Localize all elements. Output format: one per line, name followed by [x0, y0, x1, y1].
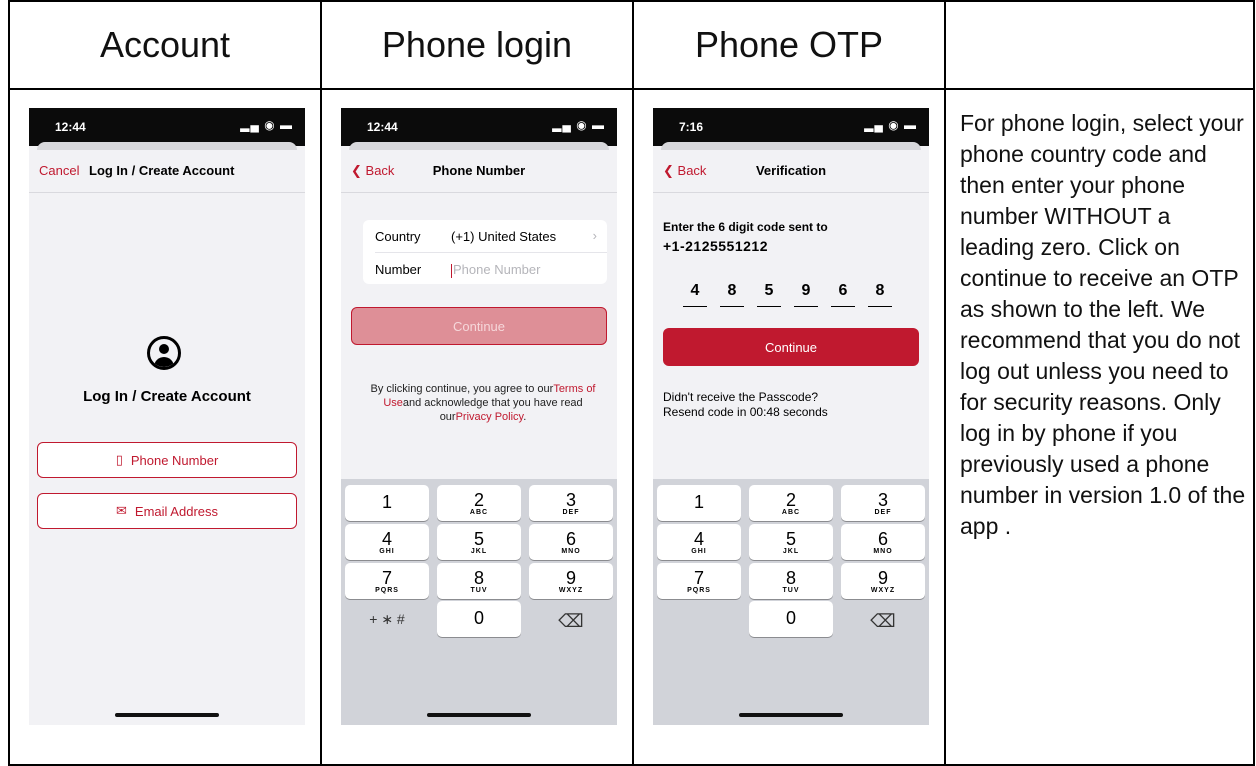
- privacy-link[interactable]: Privacy Policy: [456, 411, 524, 423]
- key-0[interactable]: 0: [437, 601, 521, 637]
- phone-number-button[interactable]: ▯ Phone Number: [37, 442, 297, 478]
- header-phone-login: Phone login: [381, 24, 573, 65]
- number-row: Number Phone Number: [363, 253, 607, 285]
- key-3[interactable]: 3 DEF: [841, 485, 925, 521]
- legal-text: By clicking continue, you agree to ourTe…: [363, 382, 603, 424]
- modal-sheet: ❮ Back Verification Enter the 6 digit co…: [653, 150, 929, 725]
- signal-wifi-battery-icon: ▂▄ ◉ ▬: [240, 118, 293, 132]
- header-account: Account: [99, 24, 231, 65]
- delete-key-icon[interactable]: ⌫: [841, 601, 925, 637]
- key-3[interactable]: 3 DEF: [529, 485, 613, 521]
- phone-form: Country (+1) United States › Number Phon…: [363, 220, 607, 284]
- key-1[interactable]: 1: [345, 485, 429, 521]
- column-divider-3: [944, 0, 946, 766]
- status-bar: 7:16 ▂▄ ◉ ▬: [653, 108, 929, 146]
- otp-digit: 5: [757, 282, 781, 307]
- number-label: Number: [375, 262, 422, 277]
- signal-wifi-battery-icon: ▂▄ ◉ ▬: [552, 118, 605, 132]
- country-value: (+1) United States: [451, 229, 557, 244]
- sheet-edge: [661, 142, 921, 150]
- instructions-text: For phone login, select your phone count…: [960, 110, 1246, 539]
- key-2[interactable]: 2 ABC: [437, 485, 521, 521]
- otp-digit: 4: [683, 282, 707, 307]
- left-border: [8, 0, 10, 766]
- key-8[interactable]: 8 TUV: [437, 563, 521, 599]
- nav-title: Log In / Create Account: [89, 163, 235, 178]
- status-time: 7:16: [679, 120, 704, 134]
- chevron-right-icon: ›: [592, 228, 597, 243]
- legal-pre: By clicking continue, you agree to our: [370, 383, 554, 395]
- key-9[interactable]: 9 WXYZ: [529, 563, 613, 599]
- email-address-label: Email Address: [134, 503, 218, 519]
- modal-sheet: ❮ Back Phone Number Country (+1) United …: [341, 150, 617, 725]
- symbols-key[interactable]: + ∗ #: [345, 601, 429, 637]
- page-title: Log In / Create Account: [83, 388, 251, 405]
- sheet-edge: [37, 142, 297, 150]
- otp-digit: 8: [868, 282, 892, 307]
- key-6[interactable]: 6 MNO: [841, 524, 925, 560]
- text-caret: [451, 263, 452, 278]
- key-4[interactable]: 4 GHI: [657, 524, 741, 560]
- column-divider-1: [320, 0, 322, 766]
- key-1[interactable]: 1: [657, 485, 741, 521]
- number-placeholder: Phone Number: [453, 262, 541, 277]
- nav-bar: ❮ Back Phone Number: [341, 150, 617, 193]
- envelope-icon: ✉: [116, 503, 127, 518]
- key-5[interactable]: 5 JKL: [749, 524, 833, 560]
- resend-info: Didn't receive the Passcode? Resend code…: [663, 390, 828, 420]
- account-avatar-icon: [147, 336, 181, 370]
- modal-sheet: Cancel Log In / Create Account Log In / …: [29, 150, 305, 725]
- status-bar: 12:44 ▂▄ ◉ ▬: [341, 108, 617, 146]
- otp-digit: 8: [720, 282, 744, 307]
- numeric-keypad: + ∗ # 0 ⌫ 1 2 ABC 3 DEF 4 GHI 5 JKL 6 MNO 7 PQRS 8 TUV…: [341, 479, 617, 725]
- key-0[interactable]: 0: [749, 601, 833, 637]
- status-time: 12:44: [367, 120, 398, 134]
- key-7[interactable]: 7 PQRS: [657, 563, 741, 599]
- resend-line-1: Didn't receive the Passcode?: [663, 390, 819, 404]
- nav-bar: Cancel Log In / Create Account: [29, 150, 305, 193]
- header-description: [946, 2, 1253, 88]
- phone-screen-login: 12:44 ▂▄ ◉ ▬ ❮ Back Phone Number Country…: [341, 108, 617, 725]
- otp-prompt: Enter the 6 digit code sent to: [663, 220, 828, 234]
- cancel-button[interactable]: Cancel: [39, 163, 79, 178]
- delete-key-icon[interactable]: ⌫: [529, 601, 613, 637]
- key-2[interactable]: 2 ABC: [749, 485, 833, 521]
- number-input[interactable]: Phone Number: [451, 262, 540, 278]
- resend-countdown: Resend code in 00:48 seconds: [663, 405, 828, 419]
- otp-digit: 9: [794, 282, 818, 307]
- status-time: 12:44: [55, 120, 86, 134]
- legal-end: .: [523, 411, 527, 423]
- column-divider-2: [632, 0, 634, 766]
- phone-screen-account: 12:44 ▂▄ ◉ ▬ Cancel Log In / Create Acco…: [29, 108, 305, 725]
- key-8[interactable]: 8 TUV: [749, 563, 833, 599]
- header-phone-otp: Phone OTP: [694, 24, 884, 65]
- nav-title: Verification: [755, 163, 827, 178]
- nav-bar: ❮ Back Verification: [653, 150, 929, 193]
- key-6[interactable]: 6 MNO: [529, 524, 613, 560]
- email-address-button[interactable]: ✉ Email Address: [37, 493, 297, 529]
- home-indicator: [739, 713, 843, 717]
- key-5[interactable]: 5 JKL: [437, 524, 521, 560]
- status-bar: 12:44 ▂▄ ◉ ▬: [29, 108, 305, 146]
- signal-wifi-battery-icon: ▂▄ ◉ ▬: [864, 118, 917, 132]
- right-border: [1253, 0, 1255, 766]
- numeric-keypad: 0 ⌫ 1 2 ABC 3 DEF 4 GHI 5 JKL 6 MNO 7 PQRS 8 TUV 9 WXYZ: [653, 479, 929, 725]
- sheet-edge: [349, 142, 609, 150]
- phone-number-label: Phone Number: [130, 452, 219, 468]
- key-4[interactable]: 4 GHI: [345, 524, 429, 560]
- otp-phone-number: +1-2125551212: [663, 238, 768, 254]
- otp-code-input[interactable]: 485968: [683, 282, 903, 308]
- home-indicator: [427, 713, 531, 717]
- phone-icon: ▯: [115, 452, 123, 467]
- country-label: Country: [375, 229, 421, 244]
- continue-button[interactable]: Continue: [351, 307, 607, 345]
- phone-screen-otp: 7:16 ▂▄ ◉ ▬ ❮ Back Verification Enter th…: [653, 108, 929, 725]
- home-indicator: [115, 713, 219, 717]
- otp-digit: 6: [831, 282, 855, 307]
- key-9[interactable]: 9 WXYZ: [841, 563, 925, 599]
- nav-title: Phone Number: [432, 163, 526, 178]
- key-7[interactable]: 7 PQRS: [345, 563, 429, 599]
- continue-button[interactable]: Continue: [663, 328, 919, 366]
- country-row[interactable]: Country (+1) United States ›: [363, 220, 607, 252]
